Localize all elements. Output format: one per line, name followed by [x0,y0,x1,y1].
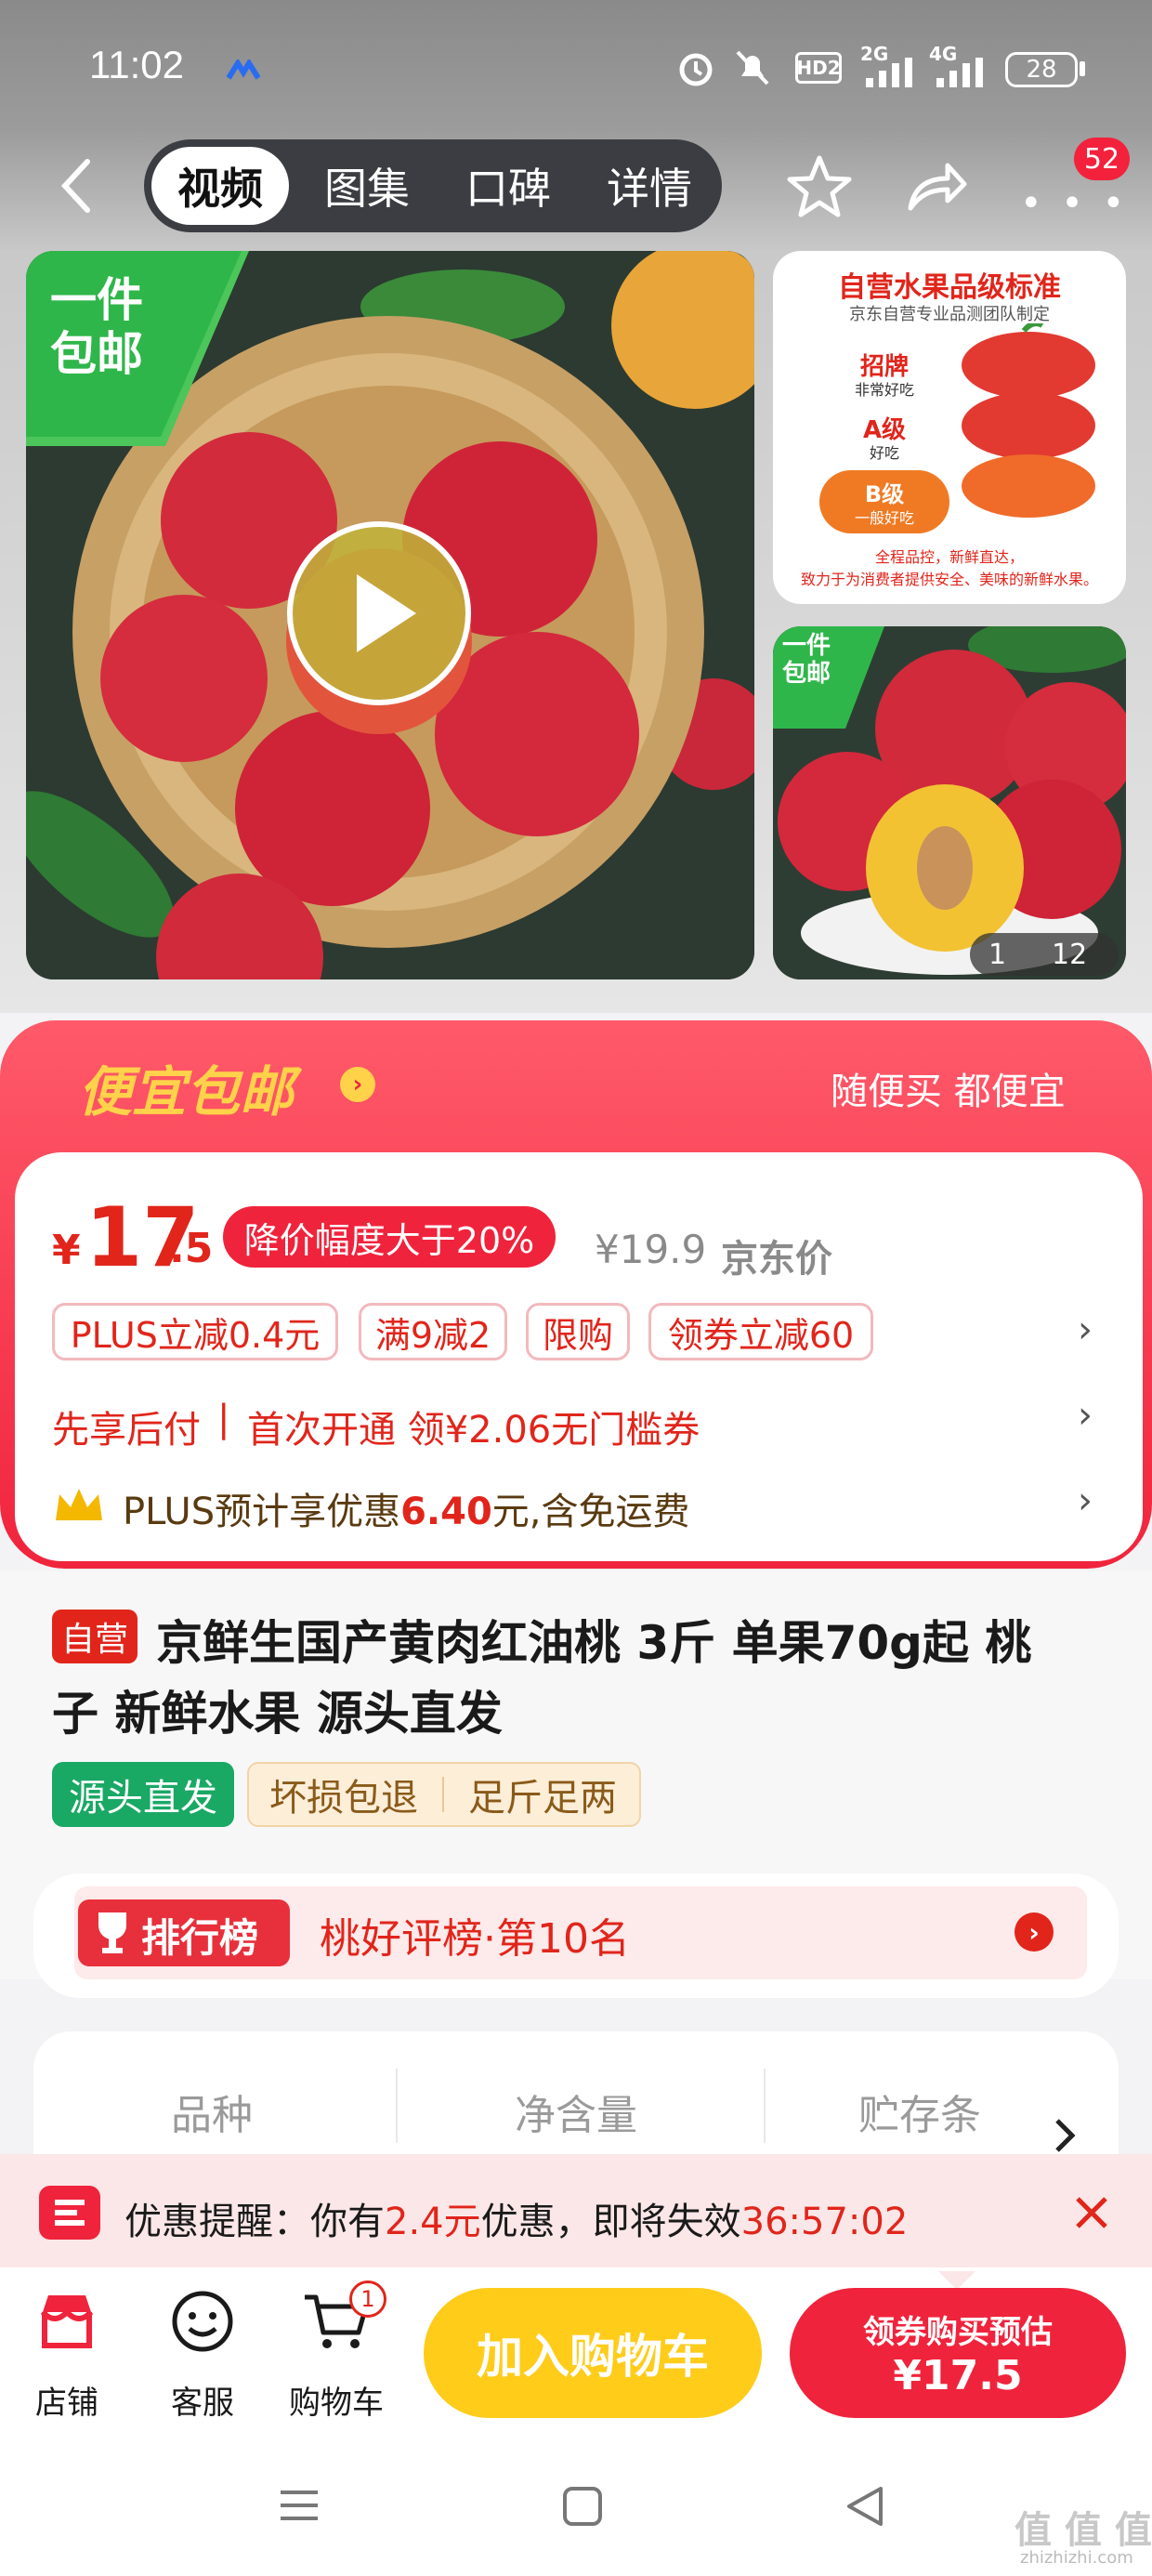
watermark-domain: zhizhizhi.com [1020,2548,1133,2568]
promo-chevron-icon[interactable]: › [340,1067,375,1102]
product-title-line2: 子 新鲜水果 源头直发 [52,1687,503,1741]
store-icon[interactable] [33,2290,100,2351]
more-badge: 52 [1074,138,1130,180]
discount-tag: 降价幅度大于20% [223,1206,556,1268]
original-price-label: 京东价 [721,1238,832,1281]
promo-banner-title[interactable]: 便宜包邮 [78,1048,294,1126]
cut-nectarine-thumbnail[interactable]: 一件 包邮 1 12 [773,626,1126,979]
free-shipping-badge: 一件 包邮 [50,273,143,381]
status-time: 11:02 [89,43,184,86]
trophy-icon [98,1912,126,1953]
spec-storage[interactable]: 贮存条 [858,2082,981,2141]
promo-slogan: 随便买 都便宜 [831,1071,1066,1113]
plus-chevron-icon[interactable]: › [1078,1479,1093,1522]
ranking-arrow-icon[interactable]: › [1015,1912,1054,1952]
buy-now-label: 领券购买预估 [863,2314,1053,2351]
signal-icon-1 [866,58,912,87]
buy-now-button[interactable]: 领券购买预估 ¥17.5 [790,2288,1126,2418]
home-nav-icon[interactable] [561,2485,604,2528]
free-shipping-badge-small: 一件 包邮 [782,632,831,688]
media-tabs: 视频 图集 口碑 详情 [144,139,722,232]
pay-later-separator: | [217,1398,230,1440]
battery-icon: 28 [1005,52,1078,87]
self-operated-tag: 自营 [52,1610,137,1663]
reminder-text: 优惠提醒：你有2.4元优惠，即将失效36:57:02 [124,2201,909,2243]
mute-icon [736,50,769,85]
favorite-star-icon[interactable] [786,154,853,219]
coupon-plus[interactable]: PLUS立减0.4元 [52,1303,338,1360]
quality-standard-thumbnail[interactable]: 自营水果品级标准 京东自营专业品测团队制定 招牌 非常好吃 A级 好吃 B级 一… [773,251,1126,604]
back-icon[interactable] [56,156,97,216]
tab-gallery[interactable]: 图集 [302,139,432,232]
back-nav-icon[interactable] [844,2485,886,2528]
ranking-label: 排行榜 [141,1915,259,1961]
spec-net-weight[interactable]: 净含量 [515,2082,637,2141]
tab-video[interactable]: 视频 [151,147,289,225]
reminder-icon [39,2186,100,2240]
watermark-logo: 值 值 值 [1015,2509,1152,2552]
reminder-close-icon[interactable] [1074,2195,1109,2230]
tag-damage-refund: 坏损包退 [269,1777,418,1820]
pay-later-chevron-icon[interactable]: › [1078,1394,1093,1437]
add-to-cart-button[interactable]: 加入购物车 [424,2288,762,2418]
plus-savings[interactable]: PLUS预计享优惠6.40元,含免运费 [123,1481,690,1535]
current-price-decimal: .5 [169,1225,214,1272]
tag-full-weight: 足斤足两 [468,1777,617,1820]
crown-icon [56,1489,102,1520]
tab-details[interactable]: 详情 [584,139,714,232]
spec-variety[interactable]: 品种 [171,2082,253,2141]
tab-reviews[interactable]: 口碑 [443,139,573,232]
image-counter-total: 12 [1052,939,1088,971]
menu-nav-icon[interactable] [277,2487,321,2524]
apple-grade-illustration [962,323,1095,518]
tag-source-direct: 源头直发 [52,1762,234,1827]
customer-service-icon[interactable] [169,2288,236,2353]
app-indicator-icon [227,59,260,80]
pay-later-label[interactable]: 先享后付 [52,1400,201,1453]
alarm-icon [679,53,713,86]
signal-icon-2 [936,58,983,87]
cart-count-badge: 1 [349,2280,386,2318]
coupon-limit[interactable]: 限购 [526,1303,630,1360]
share-icon[interactable] [905,160,968,214]
coupons-chevron-icon[interactable]: › [1078,1308,1093,1351]
main-product-video[interactable]: 一件 包邮 [26,251,754,979]
pay-later-offer[interactable]: 首次开通 领¥2.06无门槛券 [247,1400,700,1453]
customer-service-label[interactable]: 客服 [147,2377,258,2423]
cart-label[interactable]: 购物车 [281,2377,392,2423]
specs-chevron-icon[interactable] [1052,2117,1078,2154]
play-video-button[interactable] [316,532,446,662]
more-icon[interactable]: • • • [1020,182,1128,225]
hd-icon: HD2 [795,52,842,84]
ranking-text: 桃好评榜·第10名 [320,1915,630,1963]
coupon-instant[interactable]: 领券立减60 [648,1303,873,1360]
store-label[interactable]: 店铺 [11,2377,123,2423]
buy-now-price: ¥17.5 [893,2352,1023,2399]
image-counter-current: 1 [988,939,1007,971]
product-title-line1: 京鲜生国产黄肉红油桃 3斤 单果70g起 桃 [156,1616,1032,1670]
original-price: ¥19.9 [595,1227,707,1272]
price-symbol: ¥ [52,1227,81,1274]
coupon-full-reduction[interactable]: 满9减2 [359,1303,507,1360]
